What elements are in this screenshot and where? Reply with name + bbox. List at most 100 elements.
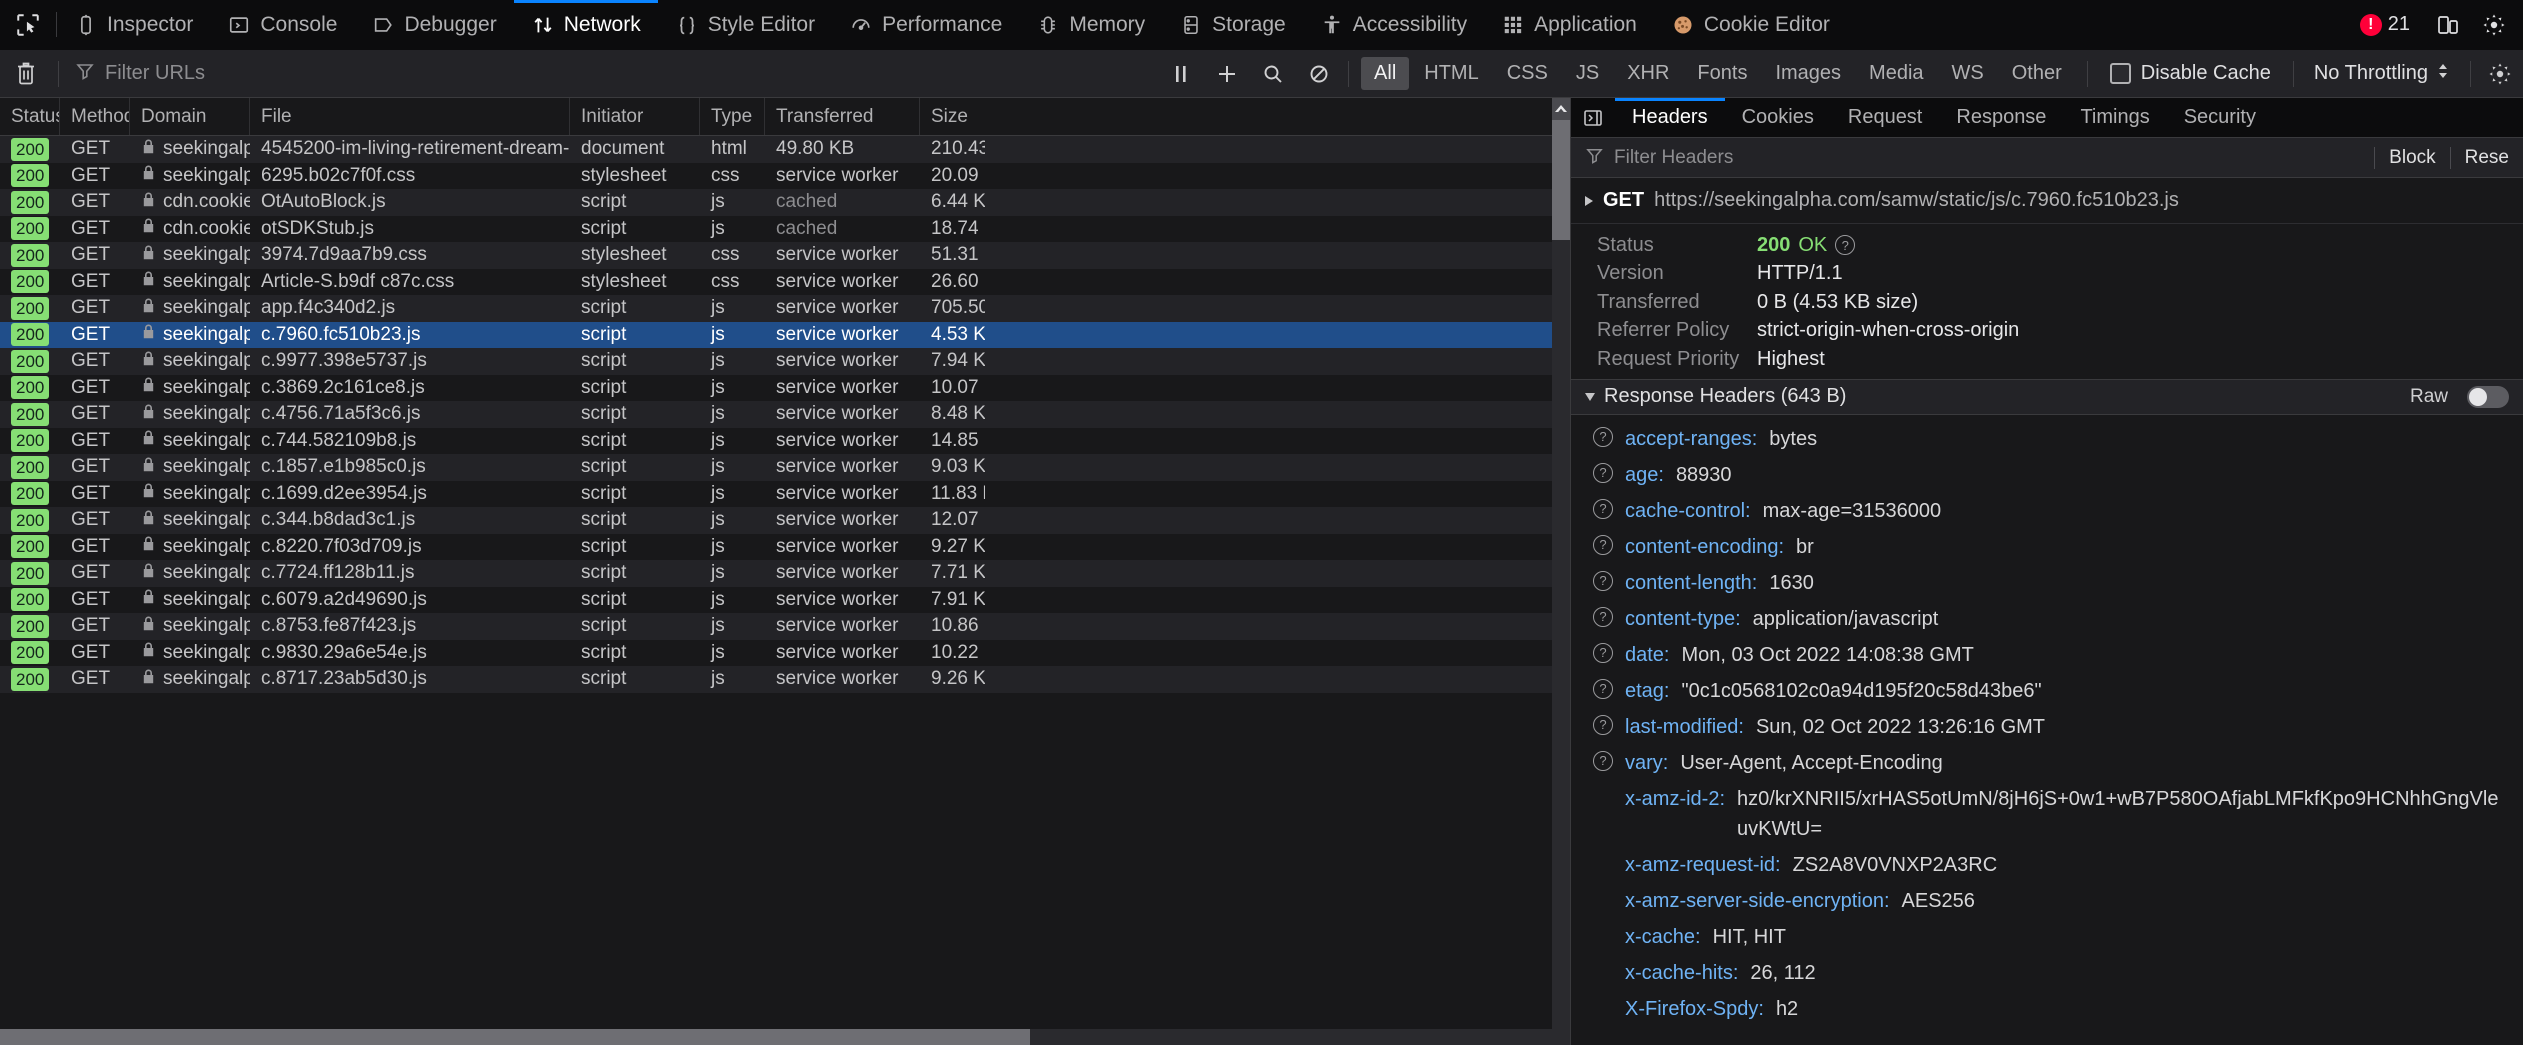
tab-headers[interactable]: Headers <box>1615 98 1725 137</box>
help-icon[interactable]: ? <box>1593 426 1613 447</box>
table-row[interactable]: 200 GET seekingalpha.com c.8717.23ab5d30.js… <box>0 666 1570 693</box>
table-row[interactable]: 200 GET seekingalpha.com c.744.582109b8.js s… <box>0 427 1570 454</box>
header-value[interactable]: hz0/krXNRII5/xrHAS5otUmN/8jH6jS+0w1+wB7P… <box>1737 784 2509 844</box>
header-name[interactable]: accept-ranges: <box>1625 424 1757 454</box>
help-icon[interactable]: ? <box>1593 462 1613 483</box>
type-filter-ws[interactable]: WS <box>1939 57 1997 90</box>
table-row[interactable]: 200 GET seekingalpha.com c.9830.29a6e54e.js… <box>0 639 1570 666</box>
tab-timings[interactable]: Timings <box>2063 98 2166 137</box>
column-header-type[interactable]: Type <box>700 98 765 135</box>
toolbox-tab-console[interactable]: Console <box>210 0 354 49</box>
request-url-row[interactable]: GET https://seekingalpha.com/samw/static… <box>1571 178 2523 224</box>
type-filter-xhr[interactable]: XHR <box>1614 57 1682 90</box>
help-icon[interactable]: ? <box>1593 714 1613 735</box>
resend-button[interactable]: Rese <box>2451 147 2523 169</box>
header-name[interactable]: x-amz-request-id: <box>1625 850 1781 880</box>
header-name[interactable]: content-encoding: <box>1625 532 1784 562</box>
column-header-domain[interactable]: Domain <box>130 98 250 135</box>
plus-icon[interactable] <box>1204 57 1250 91</box>
header-name[interactable]: x-amz-server-side-encryption: <box>1625 886 1890 916</box>
table-row[interactable]: 200 GET seekingalpha.com c.8753.fe87f423.js… <box>0 613 1570 640</box>
error-count-badge[interactable]: ! 21 <box>2346 13 2424 36</box>
type-filter-css[interactable]: CSS <box>1494 57 1561 90</box>
throttling-select[interactable]: No Throttling <box>2300 61 2464 87</box>
header-value[interactable]: Sun, 02 Oct 2022 13:26:16 GMT <box>1756 712 2045 742</box>
type-filter-js[interactable]: JS <box>1563 57 1612 90</box>
table-row[interactable]: 200 GET seekingalpha.com c.3869.2c161ce8.js… <box>0 374 1570 401</box>
table-row[interactable]: 200 GET cdn.cookielaw.org otSDKStub.js scrip… <box>0 215 1570 242</box>
column-header-transferred[interactable]: Transferred <box>765 98 920 135</box>
header-value[interactable]: br <box>1796 532 1814 562</box>
block-button[interactable]: Block <box>2375 147 2449 169</box>
table-row[interactable]: 200 GET seekingalpha.com c.8220.7f03d709.js… <box>0 533 1570 560</box>
disable-cache-checkbox[interactable]: Disable Cache <box>2094 62 2287 85</box>
search-input[interactable]: Filter URLs <box>65 57 1158 91</box>
header-value[interactable]: User-Agent, Accept-Encoding <box>1680 748 1942 778</box>
table-row[interactable]: 200 GET seekingalpha.com c.1857.e1b985c0.js… <box>0 454 1570 481</box>
toolbox-tab-debugger[interactable]: Debugger <box>354 0 513 49</box>
header-value[interactable]: h2 <box>1776 994 1798 1024</box>
header-value[interactable]: max-age=31536000 <box>1763 496 1941 526</box>
header-value[interactable]: bytes <box>1769 424 1817 454</box>
type-filter-images[interactable]: Images <box>1762 57 1854 90</box>
type-filter-all[interactable]: All <box>1361 57 1410 90</box>
help-icon[interactable]: ? <box>1835 235 1856 256</box>
filter-headers-input[interactable]: Filter Headers <box>1585 146 2374 170</box>
help-icon[interactable]: ? <box>1593 606 1613 627</box>
header-value[interactable]: 1630 <box>1769 568 1814 598</box>
horizontal-scrollbar-thumb[interactable] <box>0 1029 1030 1045</box>
header-name[interactable]: x-cache: <box>1625 922 1701 952</box>
toolbox-tab-style-editor[interactable]: Style Editor <box>658 0 832 49</box>
collapse-triangle-icon[interactable] <box>1585 392 1595 401</box>
type-filter-other[interactable]: Other <box>1999 57 2075 90</box>
header-name[interactable]: content-type: <box>1625 604 1741 634</box>
tab-cookies[interactable]: Cookies <box>1725 98 1831 137</box>
header-value[interactable]: 88930 <box>1676 460 1732 490</box>
header-value[interactable]: ZS2A8V0VNXP2A3RC <box>1793 850 1998 880</box>
toolbox-tab-application[interactable]: Application <box>1484 0 1654 49</box>
table-row[interactable]: 200 GET seekingalpha.com c.9977.398e5737.js… <box>0 348 1570 375</box>
toolbox-tab-inspector[interactable]: Inspector <box>57 0 210 49</box>
table-row[interactable]: 200 GET seekingalpha.com app.f4c340d2.js scr… <box>0 295 1570 322</box>
trash-icon[interactable] <box>0 61 52 87</box>
header-value[interactable]: Mon, 03 Oct 2022 14:08:38 GMT <box>1681 640 1973 670</box>
type-filter-media[interactable]: Media <box>1856 57 1936 90</box>
header-name[interactable]: last-modified: <box>1625 712 1744 742</box>
header-name[interactable]: cache-control: <box>1625 496 1751 526</box>
header-name[interactable]: content-length: <box>1625 568 1757 598</box>
table-row[interactable]: 200 GET seekingalpha.com c.1699.d2ee3954.js… <box>0 480 1570 507</box>
header-name[interactable]: age: <box>1625 460 1664 490</box>
table-row[interactable]: 200 GET seekingalpha.com c.7960.fc510b23.js… <box>0 321 1570 348</box>
help-icon[interactable]: ? <box>1593 642 1613 663</box>
table-row[interactable]: 200 GET seekingalpha.com 3974.7d9aa7b9.css s… <box>0 242 1570 269</box>
search-icon[interactable] <box>1250 57 1296 91</box>
table-row[interactable]: 200 GET seekingalpha.com c.7724.ff128b11.js… <box>0 560 1570 587</box>
column-header-size[interactable]: Size <box>920 98 985 135</box>
toolbox-tab-network[interactable]: Network <box>513 0 658 49</box>
help-icon[interactable]: ? <box>1593 750 1613 771</box>
gear-icon[interactable] <box>2477 57 2523 91</box>
toolbox-tab-cookie-editor[interactable]: Cookie Editor <box>1654 0 1847 49</box>
block-icon[interactable] <box>1296 57 1342 91</box>
toolbox-tab-storage[interactable]: Storage <box>1162 0 1303 49</box>
pause-icon[interactable] <box>1158 57 1204 91</box>
header-name[interactable]: x-cache-hits: <box>1625 958 1738 988</box>
table-row[interactable]: 200 GET seekingalpha.com 6295.b02c7f0f.css s… <box>0 162 1570 189</box>
header-value[interactable]: HIT, HIT <box>1713 922 1786 952</box>
type-filter-html[interactable]: HTML <box>1411 57 1491 90</box>
header-name[interactable]: vary: <box>1625 748 1668 778</box>
column-header-status[interactable]: Status <box>0 98 60 135</box>
help-icon[interactable]: ? <box>1593 498 1613 519</box>
column-header-file[interactable]: File <box>250 98 570 135</box>
header-value[interactable]: "0c1c0568102c0a94d195f20c58d43be6" <box>1681 676 2041 706</box>
table-row[interactable]: 200 GET seekingalpha.com Article-S.b9df c87… <box>0 268 1570 295</box>
element-picker-icon[interactable] <box>0 0 56 49</box>
help-icon[interactable]: ? <box>1593 534 1613 555</box>
header-name[interactable]: x-amz-id-2: <box>1625 784 1725 814</box>
tab-request[interactable]: Request <box>1831 98 1940 137</box>
table-row[interactable]: 200 GET seekingalpha.com c.344.b8dad3c1.js s… <box>0 507 1570 534</box>
tab-security[interactable]: Security <box>2167 98 2273 137</box>
table-row[interactable]: 200 GET seekingalpha.com c.4756.71a5f3c6.js… <box>0 401 1570 428</box>
horizontal-scrollbar[interactable] <box>0 1029 1570 1045</box>
collapse-panel-icon[interactable] <box>1571 98 1615 137</box>
